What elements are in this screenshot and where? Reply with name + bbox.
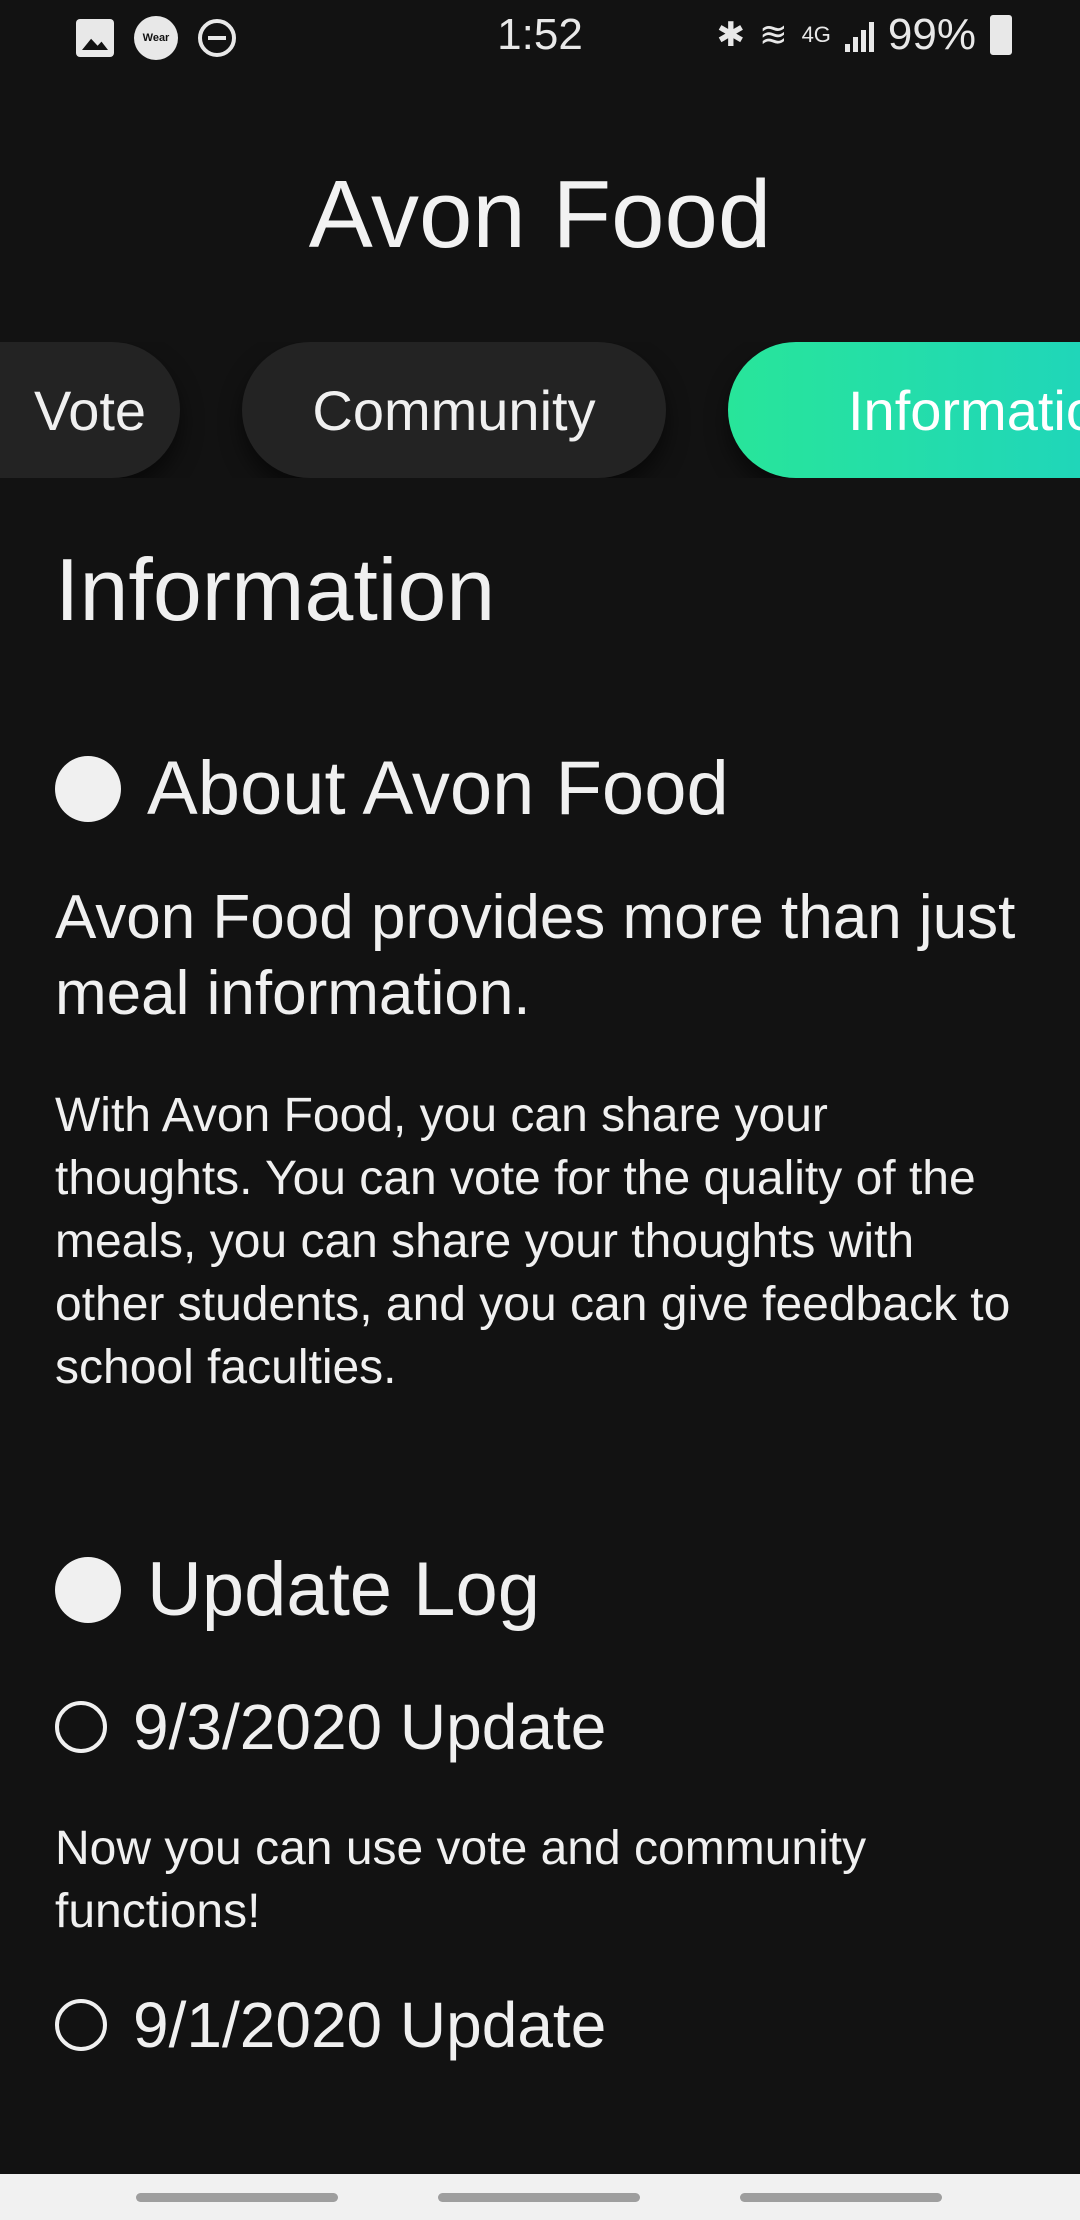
update-entry-title: 9/1/2020 Update	[55, 1985, 1035, 2065]
battery-percent: 99%	[887, 10, 976, 59]
tab-bar: Vote Community Information	[0, 342, 1080, 478]
filled-bullet-icon	[55, 756, 121, 822]
hollow-bullet-icon	[55, 1999, 107, 2051]
lte-icon: 4G	[801, 22, 831, 47]
hollow-bullet-icon	[55, 1701, 107, 1753]
app-title: Avon Food	[308, 161, 772, 268]
system-nav-bar	[0, 2174, 1080, 2220]
filled-bullet-icon	[55, 1557, 121, 1623]
update-entry-title: 9/3/2020 Update	[55, 1687, 1035, 1767]
bluetooth-icon: ✱	[716, 16, 746, 54]
about-heading: About Avon Food	[55, 744, 1035, 834]
update-entry-title-text: 9/3/2020 Update	[133, 1691, 607, 1763]
back-button[interactable]	[740, 2193, 942, 2202]
wifi-icon: ≋	[759, 16, 788, 54]
information-content: Information About Avon Food Avon Food pr…	[55, 540, 1035, 2065]
status-right-icons: ✱ ≋ 4G 99%	[717, 10, 1012, 60]
battery-icon	[990, 15, 1012, 55]
tab-community[interactable]: Community	[242, 342, 666, 478]
page-title: Information	[55, 540, 496, 639]
tab-vote[interactable]: Vote	[0, 342, 180, 478]
signal-icon	[844, 18, 874, 52]
tab-information[interactable]: Information	[728, 342, 1080, 478]
recents-button[interactable]	[136, 2193, 338, 2202]
about-lead-text: Avon Food provides more than just meal i…	[55, 883, 1016, 1028]
home-button[interactable]	[438, 2193, 640, 2202]
about-heading-text: About Avon Food	[147, 746, 729, 831]
update-entry-title-text: 9/1/2020 Update	[133, 1989, 607, 2061]
update-log-heading: Update Log	[55, 1545, 1035, 1635]
status-bar: Wear 1:52 ✱ ≋ 4G 99%	[0, 0, 1080, 72]
about-body-text: With Avon Food, you can share your thoug…	[55, 1089, 1011, 1394]
update-entry-body: Now you can use vote and community funct…	[55, 1822, 867, 1938]
update-log-heading-text: Update Log	[147, 1547, 540, 1632]
